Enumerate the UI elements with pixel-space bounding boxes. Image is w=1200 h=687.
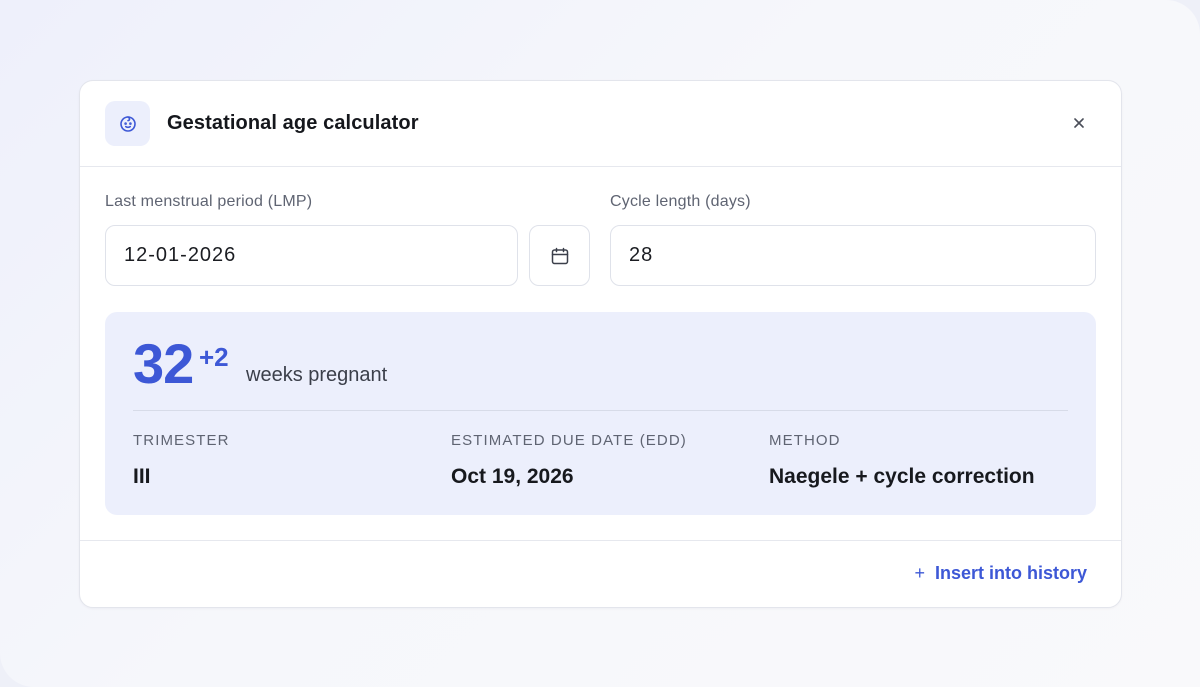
close-icon: [1074, 118, 1084, 128]
days-value: +2: [199, 342, 229, 372]
edd-stat: ESTIMATED DUE DATE (EDD) Oct 19, 2026: [451, 432, 687, 489]
lmp-date-input[interactable]: 12-01-2026: [105, 225, 518, 286]
insert-into-history-button[interactable]: + Insert into history: [914, 563, 1087, 584]
lmp-label: Last menstrual period (LMP): [105, 193, 313, 210]
edd-value: Oct 19, 2026: [451, 465, 574, 488]
baby-face-icon: [105, 101, 150, 146]
dialog-title: Gestational age calculator: [167, 112, 419, 134]
insert-into-history-label: Insert into history: [934, 563, 1087, 583]
method-label: METHOD: [769, 432, 841, 449]
trimester-label: TRIMESTER: [133, 432, 230, 449]
plus-icon: +: [914, 563, 925, 583]
calendar-icon: [551, 247, 568, 264]
gestational-age-dialog: Gestational age calculator Last menstrua…: [79, 80, 1122, 608]
method-stat: METHOD Naegele + cycle correction: [769, 432, 1035, 489]
calendar-button[interactable]: [529, 225, 590, 286]
weeks-value: 32: [133, 332, 194, 395]
cycle-length-input[interactable]: 28: [610, 225, 1096, 286]
trimester-value: III: [133, 465, 151, 488]
weeks-pregnant-label: weeks pregnant: [246, 364, 388, 386]
method-value: Naegele + cycle correction: [769, 465, 1035, 488]
lmp-date-value: 12-01-2026: [124, 244, 237, 266]
edd-label: ESTIMATED DUE DATE (EDD): [451, 432, 687, 449]
cycle-length-label: Cycle length (days): [610, 193, 751, 210]
close-button[interactable]: [1067, 111, 1091, 135]
result-panel: 32 +2 weeks pregnant TRIMESTER III ESTIM…: [105, 312, 1096, 515]
footer-divider: [80, 540, 1121, 541]
cycle-length-value: 28: [629, 244, 654, 266]
result-divider: [133, 410, 1068, 411]
dialog-header: Gestational age calculator: [80, 81, 1121, 167]
trimester-stat: TRIMESTER III: [133, 432, 230, 489]
